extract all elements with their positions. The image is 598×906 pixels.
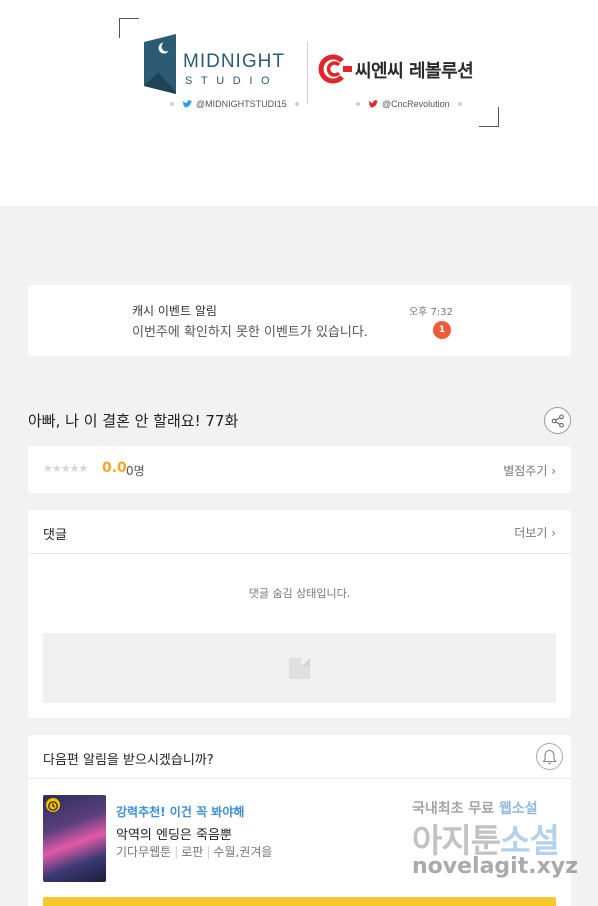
rating-stars: ★★★★★: [43, 462, 88, 475]
comments-header: 댓글 더보기 ›: [28, 510, 571, 554]
rating-score: 0.0: [102, 460, 127, 476]
notice-time: 오후 7:32: [408, 307, 453, 318]
cnc-revolution-logo-icon: [318, 54, 352, 84]
bell-icon: [542, 749, 557, 764]
publisher-banner: MIDNIGHT STUDIO 씨엔씨 레볼루션 @MIDNIGHTSTUDI1…: [0, 0, 598, 206]
midnight-handle-text: @MIDNIGHTSTUDI15: [196, 99, 287, 109]
meta-category: 기다무웹툰: [116, 845, 172, 859]
alert-question: 다음편 알림을 받으시겠습니까?: [43, 753, 214, 768]
notice-title: 캐시 이벤트 알림: [132, 304, 217, 318]
cnc-handle-text: @CncRevolution: [382, 99, 450, 109]
view-button-bar[interactable]: [43, 897, 556, 906]
twitter-bird-icon: [182, 99, 192, 108]
wait-free-clock-icon: [46, 798, 60, 812]
cnc-twitter-handle: @CncRevolution: [352, 99, 466, 109]
watermark-url: novelagit.xyz: [412, 854, 578, 879]
midnight-studio-logo-icon: [144, 34, 176, 94]
cnc-wordmark: 씨엔씨 레볼루션: [355, 61, 474, 82]
share-button[interactable]: [544, 407, 571, 434]
site-watermark: 국내최초 무료 웹소설 아지툰소설 novelagit.xyz: [412, 798, 582, 888]
meta-authors: 수월,권겨을: [213, 845, 273, 859]
rate-button[interactable]: 별점주기 ›: [503, 462, 556, 479]
recommended-thumbnail[interactable]: [43, 795, 106, 882]
studio-wordmark: STUDIO: [185, 75, 279, 87]
comments-hidden-message: 댓글 숨김 상태입니다.: [248, 587, 351, 600]
brand-divider: [307, 42, 308, 104]
twitter-bird-icon: [368, 99, 378, 108]
alert-header: 다음편 알림을 받으시겠습니까?: [28, 735, 571, 779]
recommended-meta: 기다무웹툰 | 로판 | 수월,권겨을: [116, 845, 273, 859]
rating-card: ★★★★★ 0.0 0명 별점주기 ›: [28, 446, 571, 493]
comments-card: 댓글 더보기 › 댓글 숨김 상태입니다.: [28, 510, 571, 718]
meta-genre: 로판: [181, 845, 204, 859]
midnight-wordmark: MIDNIGHT: [183, 51, 285, 72]
comments-more-link[interactable]: 더보기 ›: [514, 524, 556, 541]
notice-count-badge: 1: [433, 321, 451, 339]
ad-placeholder-icon: [289, 658, 310, 679]
midnight-twitter-handle: @MIDNIGHTSTUDI15: [166, 99, 303, 109]
share-icon: [551, 413, 564, 428]
alert-bell-button[interactable]: [536, 743, 563, 770]
comments-title: 댓글: [43, 528, 67, 543]
ad-placeholder: [43, 633, 556, 703]
recommended-title[interactable]: 악역의 엔딩은 죽음뿐: [116, 824, 232, 843]
rating-voter-count: 0명: [126, 464, 145, 478]
cash-event-notice-card[interactable]: 캐시 이벤트 알림 이번주에 확인하지 못한 이벤트가 있습니다. 오후 7:3…: [28, 285, 571, 356]
episode-title: 아빠, 나 이 결혼 안 할래요! 77화: [28, 412, 239, 430]
corner-mark-bottom-right: [479, 107, 499, 127]
notice-message: 이번주에 확인하지 못한 이벤트가 있습니다.: [132, 325, 368, 340]
recommend-tag: 강력추천! 이건 꼭 봐야해: [116, 805, 245, 819]
corner-mark-top-left: [119, 18, 139, 38]
